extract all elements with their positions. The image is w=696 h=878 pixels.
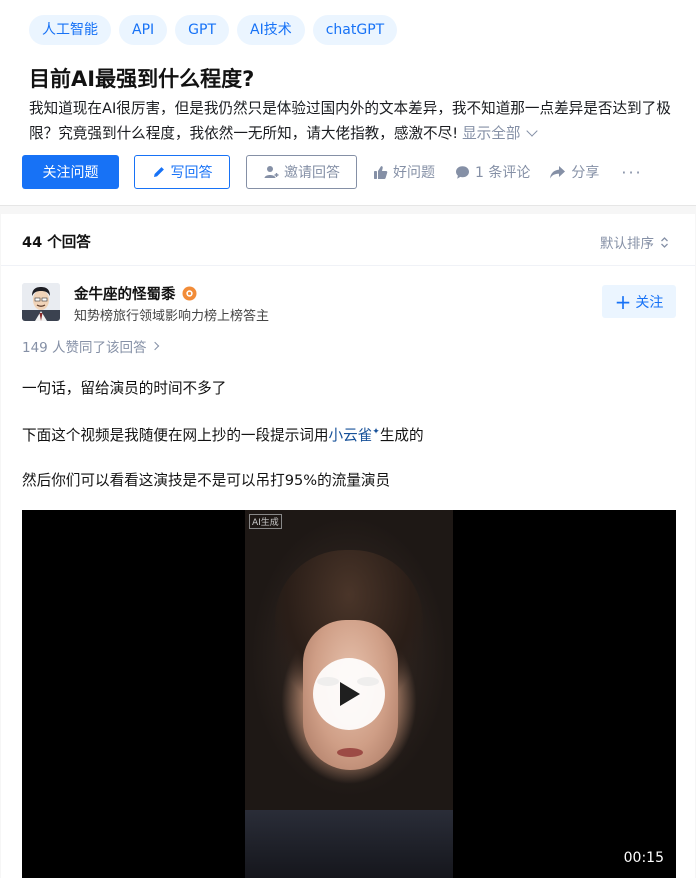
good-question-button[interactable]: 好问题 bbox=[373, 162, 435, 182]
divider bbox=[1, 265, 695, 266]
chevron-down-icon bbox=[526, 125, 539, 137]
video-player[interactable]: AI生成 00:15 bbox=[22, 510, 676, 878]
verified-badge-icon bbox=[182, 286, 197, 301]
pencil-icon bbox=[153, 167, 164, 177]
voters-text: 149 人赞同了该回答 bbox=[22, 340, 147, 356]
comments-button[interactable]: 1 条评论 bbox=[455, 162, 530, 182]
voters-link[interactable]: 149 人赞同了该回答 bbox=[22, 336, 159, 356]
answer-count: 44 个回答 bbox=[22, 235, 91, 251]
chevron-right-icon bbox=[150, 341, 159, 351]
question-title[interactable]: 目前AI最强到什么程度? bbox=[29, 63, 254, 93]
share-button[interactable]: 分享 bbox=[549, 162, 599, 182]
follow-author-button[interactable]: + 关注 bbox=[602, 285, 676, 318]
topic-tag[interactable]: chatGPT bbox=[312, 15, 398, 45]
topic-tags: 人工智能 API GPT AI技术 chatGPT bbox=[29, 15, 398, 45]
more-options-icon: ··· bbox=[621, 162, 643, 182]
avatar[interactable] bbox=[22, 283, 60, 321]
keyword-link[interactable]: 小云雀✦ bbox=[328, 427, 379, 444]
topic-tag[interactable]: GPT bbox=[175, 15, 229, 45]
share-icon bbox=[550, 165, 566, 178]
answer-text: 生成的 bbox=[379, 427, 424, 444]
question-card: 人工智能 API GPT AI技术 chatGPT 目前AI最强到什么程度? 我… bbox=[0, 0, 696, 206]
comments-label: 1 条评论 bbox=[475, 165, 531, 181]
share-label: 分享 bbox=[571, 165, 600, 181]
write-answer-button[interactable]: 写回答 bbox=[134, 155, 230, 189]
thumbs-up-icon bbox=[374, 165, 388, 179]
author-name-text: 金牛座的怪蜀黍 bbox=[74, 287, 176, 303]
answer-paragraph: 然后你们可以看看这演技是不是可以吊打95%的流量演员 bbox=[22, 472, 391, 489]
video-mouth bbox=[337, 748, 363, 757]
invite-answer-label: 邀请回答 bbox=[284, 165, 340, 181]
sort-toggle-icon bbox=[661, 236, 668, 248]
video-robe bbox=[245, 810, 453, 878]
author-name[interactable]: 金牛座的怪蜀黍 bbox=[74, 283, 197, 304]
answer-paragraph: 一句话，留给演员的时间不多了 bbox=[22, 380, 227, 397]
follow-question-button[interactable]: 关注问题 bbox=[22, 155, 119, 189]
answer-text: 下面这个视频是我随便在网上抄的一段提示词用 bbox=[22, 427, 329, 444]
topic-tag[interactable]: API bbox=[119, 15, 168, 45]
question-actions: 关注问题 写回答 邀请回答 好问题 1 条评论 分享 ··· bbox=[22, 155, 643, 189]
answer-card: 44 个回答 默认排序 金牛座的怪蜀黍 知势榜旅行领域影响力榜上榜答主 + 关注 … bbox=[1, 214, 695, 878]
show-all-label: 显示全部 bbox=[462, 125, 521, 142]
comment-icon bbox=[456, 165, 469, 179]
question-description: 我知道现在AI很厉害，但是我仍然只是体验过国内外的文本差异，我不知道那一点差异是… bbox=[29, 96, 689, 146]
plus-icon: + bbox=[614, 289, 632, 314]
ai-watermark: AI生成 bbox=[249, 514, 282, 529]
topic-tag[interactable]: AI技术 bbox=[237, 15, 305, 45]
answer-paragraph: 下面这个视频是我随便在网上抄的一段提示词用小云雀✦生成的 bbox=[22, 424, 424, 445]
topic-tag[interactable]: 人工智能 bbox=[29, 15, 111, 45]
video-duration: 00:15 bbox=[623, 850, 664, 866]
follow-question-label: 关注问题 bbox=[42, 165, 99, 181]
good-question-label: 好问题 bbox=[393, 165, 435, 181]
invite-answer-button[interactable]: 邀请回答 bbox=[246, 155, 357, 189]
play-button[interactable] bbox=[313, 658, 385, 730]
follow-author-label: 关注 bbox=[635, 294, 664, 311]
sort-dropdown[interactable]: 默认排序 bbox=[600, 232, 669, 252]
keyword-text: 小云雀 bbox=[328, 427, 373, 444]
author-intro: 知势榜旅行领域影响力榜上榜答主 bbox=[74, 309, 270, 324]
show-all-link[interactable]: 显示全部 bbox=[462, 125, 539, 142]
play-icon bbox=[340, 682, 360, 706]
write-answer-label: 写回答 bbox=[170, 165, 213, 181]
sort-label: 默认排序 bbox=[600, 236, 654, 252]
sparkle-icon: ✦ bbox=[372, 427, 380, 438]
invite-user-icon bbox=[264, 166, 279, 178]
avatar-image bbox=[22, 283, 60, 321]
more-options-button[interactable]: ··· bbox=[621, 163, 642, 182]
question-description-text: 我知道现在AI很厉害，但是我仍然只是体验过国内外的文本差异，我不知道那一点差异是… bbox=[29, 100, 671, 142]
